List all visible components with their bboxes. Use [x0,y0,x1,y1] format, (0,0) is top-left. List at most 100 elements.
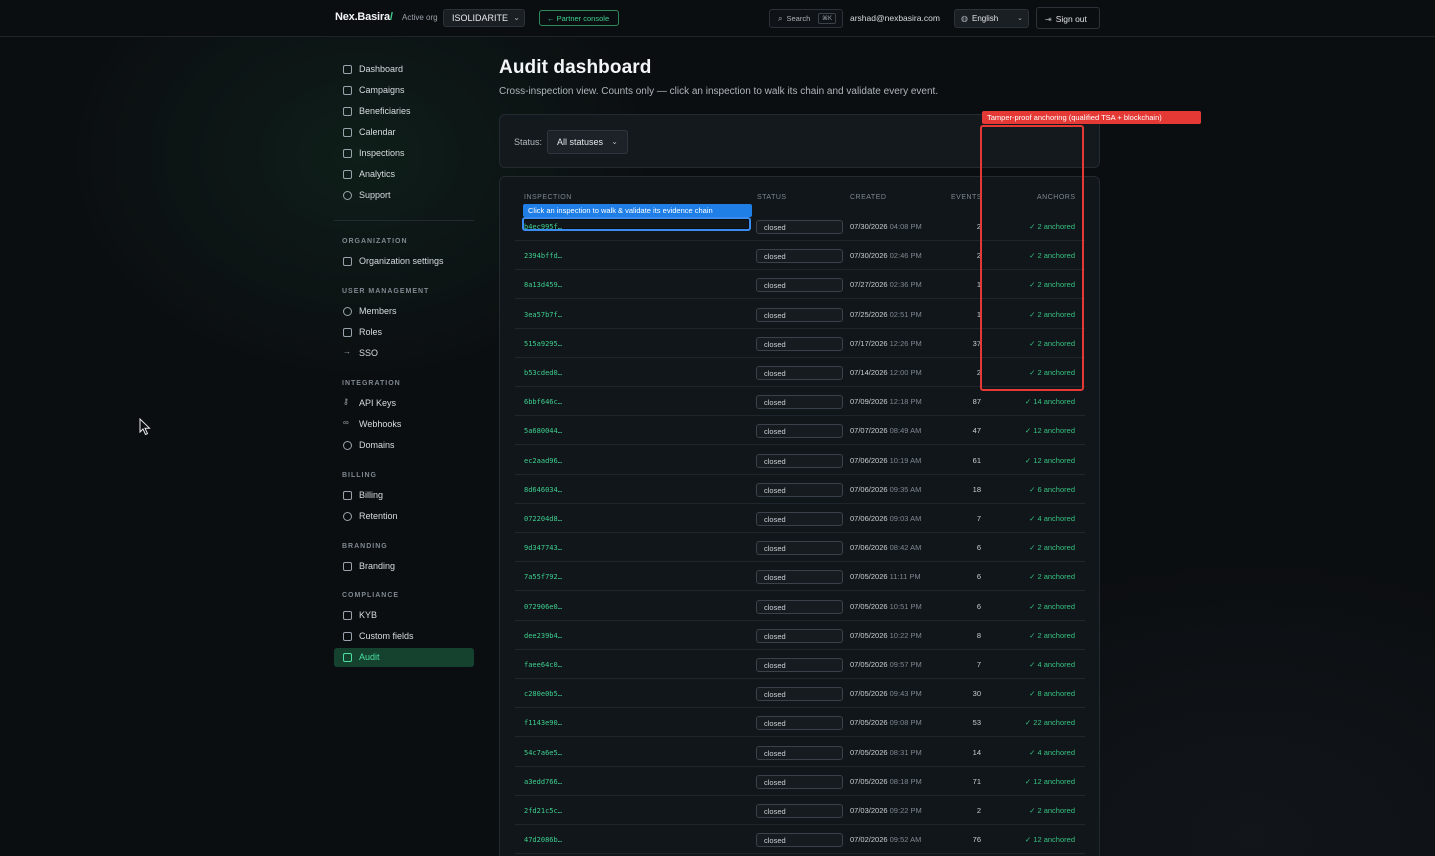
brand-logo[interactable]: Nex.Basira/ [335,11,393,23]
table-row[interactable]: 2fd21c5c… closed 07/03/2026 09:22 PM 2 ✓ 2 a… [515,796,1085,825]
sign-out-button[interactable]: ⇥ Sign out [1036,7,1100,29]
page-subtitle: Cross-inspection view. Counts only — cli… [499,86,939,97]
events-count: 6 [976,572,981,582]
inspection-id-link[interactable]: 5a680044… [524,427,562,435]
events-count: 2 [976,806,981,815]
inspection-id-link[interactable]: 47d2086b… [524,836,562,844]
inspection-id-link[interactable]: 2fd21c5c… [524,807,562,815]
sidebar-item-branding[interactable]: Branding [334,557,474,576]
table-row[interactable]: ec2aad96… closed 07/06/2026 10:19 AM 61 ✓ 12… [515,446,1085,475]
created-time: 08:31 PM [889,747,922,757]
table-row[interactable]: 54c7a6e5… closed 07/05/2026 08:31 PM 14 ✓ 4 … [515,738,1085,767]
active-org-value: ISOLIDARITE [452,13,509,23]
inspection-id-link[interactable]: b4ec995f… [524,223,562,231]
inspection-id-link[interactable]: 3ea57b7f… [524,311,562,319]
status-badge: closed [756,453,843,468]
inspection-id-link[interactable]: a3edd766… [524,778,562,786]
sidebar-item-roles[interactable]: Roles [334,323,474,342]
created-time: 10:51 PM [889,601,922,611]
inspection-id-link[interactable]: 515a9295… [524,340,562,348]
sidebar-item-sso[interactable]: → SSO [334,344,474,363]
active-org-label: Active org [402,13,438,22]
created-time: 09:57 PM [889,660,922,669]
table-row[interactable]: 9d347743… closed 07/06/2026 08:42 AM 6 ✓ 2 a… [515,533,1085,563]
table-row[interactable]: f1143e90… closed 07/05/2026 09:08 PM 53 ✓ 22… [515,708,1085,738]
partner-console-button[interactable]: ← Partner console [539,10,619,26]
sidebar-item-inspections[interactable]: Inspections [334,144,474,163]
sidebar-item-calendar[interactable]: Calendar [334,123,474,142]
sign-out-icon: ⇥ [1045,15,1052,24]
created-datetime: 07/05/2026 09:57 PM [850,660,922,669]
created-date: 07/05/2026 [850,718,888,728]
created-time: 02:36 PM [889,280,922,290]
sidebar-item-billing[interactable]: Billing [334,486,474,505]
id-card-icon [343,107,352,116]
anchors-status: ✓ 8 anchored [1029,689,1075,699]
inspection-id-link[interactable]: 54c7a6e5… [524,749,562,757]
lifebuoy-icon [343,191,352,200]
sidebar-item-support[interactable]: Support [334,186,474,205]
inspection-id-link[interactable]: 2394bffd… [524,252,562,260]
table-row[interactable]: a3edd766… closed 07/05/2026 08:18 PM 71 ✓ 12… [515,767,1085,796]
table-row[interactable]: 072204d8… closed 07/06/2026 09:03 AM 7 ✓ 4 a… [515,504,1085,533]
sidebar-item-campaigns[interactable]: Campaigns [334,81,474,100]
created-datetime: 07/06/2026 09:35 AM [850,485,921,494]
created-date: 07/27/2026 [850,280,888,290]
status-filter-select[interactable]: All statuses ⌄ [547,130,628,154]
created-time: 08:18 PM [889,776,922,786]
inspection-id-link[interactable]: 8d646034… [524,486,562,494]
created-time: 09:22 PM [889,806,922,815]
created-datetime: 07/05/2026 11:11 PM [850,572,921,581]
created-datetime: 07/05/2026 10:22 PM [850,631,922,640]
created-time: 08:49 AM [889,426,922,436]
search-icon: ⌕ [778,14,783,23]
inspection-id-link[interactable]: 8a13d459… [524,281,562,289]
status-badge: closed [756,512,843,526]
created-datetime: 07/17/2026 12:26 PM [850,339,922,348]
table-row[interactable]: 072906e0… closed 07/05/2026 10:51 PM 6 ✓ 2 a… [515,592,1085,621]
inspection-id-link[interactable]: 072204d8… [524,515,562,523]
sidebar-item-audit[interactable]: Audit [334,648,474,667]
inspection-id-link[interactable]: 9d347743… [524,544,562,552]
inspection-id-link[interactable]: ec2aad96… [524,457,562,465]
section-branding: BRANDING [342,543,388,550]
created-datetime: 07/05/2026 08:31 PM [850,748,922,757]
sidebar-item-custom-fields[interactable]: Custom fields [334,627,474,646]
inspection-id-link[interactable]: b53cded0… [524,369,562,377]
sidebar-item-retention[interactable]: Retention [334,507,474,526]
inspection-id-link[interactable]: 6bbf646c… [524,398,562,406]
table-row[interactable]: 5a680044… closed 07/07/2026 08:49 AM 47 ✓ 12… [515,416,1085,446]
inspection-id-link[interactable]: 7a55f792… [524,573,562,581]
created-datetime: 07/05/2026 09:43 PM [850,689,922,698]
bar-chart-icon [343,170,352,179]
building-icon [343,257,352,266]
sidebar-item-beneficiaries[interactable]: Beneficiaries [334,102,474,121]
table-row[interactable]: 6bbf646c… closed 07/09/2026 12:18 PM 87 ✓ 14… [515,387,1085,417]
table-row[interactable]: dee239b4… closed 07/05/2026 10:22 PM 8 ✓ 2 a… [515,621,1085,650]
sidebar-item-api-keys[interactable]: ⚷ API Keys [334,394,474,413]
search-shortcut: ⌘K [817,13,836,24]
inspection-id-link[interactable]: 072906e0… [524,603,562,611]
sidebar-item-dashboard[interactable]: Dashboard [334,60,474,79]
table-row[interactable]: 7a55f792… closed 07/05/2026 11:11 PM 6 ✓ 2 a… [515,562,1085,592]
column-header-created: CREATED [850,194,887,201]
sidebar-item-analytics[interactable]: Analytics [334,165,474,184]
table-row[interactable]: faee64c0… closed 07/05/2026 09:57 PM 7 ✓ 4 a… [515,650,1085,679]
table-row[interactable]: 8d646034… closed 07/06/2026 09:35 AM 18 ✓ 6 … [515,475,1085,504]
inspection-id-link[interactable]: f1143e90… [524,719,562,727]
sidebar-item-organization-settings[interactable]: Organization settings [334,252,474,271]
sidebar-item-members[interactable]: Members [334,302,474,321]
status-badge: closed [756,541,843,556]
inspection-id-link[interactable]: faee64c0… [524,661,562,669]
sidebar-item-webhooks[interactable]: ∞ Webhooks [334,415,474,434]
created-time: 09:43 PM [889,689,922,699]
inspection-id-link[interactable]: dee239b4… [524,632,562,640]
table-row[interactable]: 47d2086b… closed 07/02/2026 09:52 AM 76 ✓ 12… [515,825,1085,855]
table-row[interactable]: c280e0b5… closed 07/05/2026 09:43 PM 30 ✓ 8 … [515,679,1085,709]
language-select[interactable]: ◍ English ⌄ [954,9,1029,28]
search-button[interactable]: ⌕ Search ⌘K [769,9,843,28]
inspection-id-link[interactable]: c280e0b5… [524,690,562,698]
sidebar-item-domains[interactable]: Domains [334,436,474,455]
sidebar-item-kyb[interactable]: KYB [334,606,474,625]
active-org-select[interactable]: ISOLIDARITE ⌄ [443,9,525,27]
